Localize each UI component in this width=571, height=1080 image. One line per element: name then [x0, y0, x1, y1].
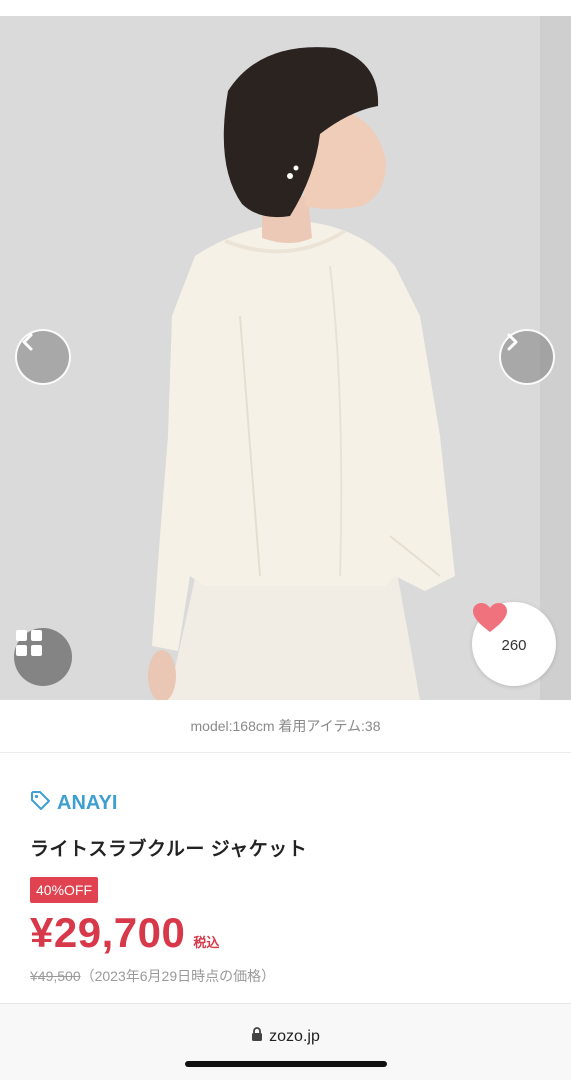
top-strip	[0, 0, 571, 17]
url-text: zozo.jp	[269, 1028, 320, 1045]
price-block: ¥29,700 税込	[30, 909, 219, 957]
lock-icon	[251, 1027, 263, 1047]
browser-address-bar[interactable]: zozo.jp	[0, 1004, 571, 1080]
image-grid-button[interactable]	[14, 628, 72, 686]
product-photo	[0, 16, 571, 700]
next-image-button[interactable]	[499, 329, 555, 385]
original-price-note: （2023年6月29日時点の価格）	[80, 968, 276, 984]
brand-link[interactable]: ANAYI	[30, 790, 117, 816]
home-indicator	[185, 1061, 387, 1067]
original-price-line: ¥49,500（2023年6月29日時点の価格）	[30, 966, 275, 986]
product-title: ライトスラブクルー ジャケット	[30, 839, 308, 860]
favorite-count: 260	[501, 636, 527, 654]
original-price: ¥49,500	[30, 968, 81, 984]
sale-price: ¥29,700	[30, 909, 186, 956]
favorite-button[interactable]: 260	[472, 602, 556, 686]
tax-label: 税込	[193, 935, 220, 950]
tag-icon	[30, 790, 50, 816]
discount-badge: 40%OFF	[30, 877, 99, 903]
brand-name: ANAYI	[57, 791, 118, 814]
model-caption: model:168cm 着用アイテム:38	[0, 700, 571, 753]
url-display[interactable]: zozo.jp	[0, 1027, 571, 1047]
product-image-gallery[interactable]: 260	[0, 16, 571, 700]
previous-image-button[interactable]	[15, 329, 71, 385]
